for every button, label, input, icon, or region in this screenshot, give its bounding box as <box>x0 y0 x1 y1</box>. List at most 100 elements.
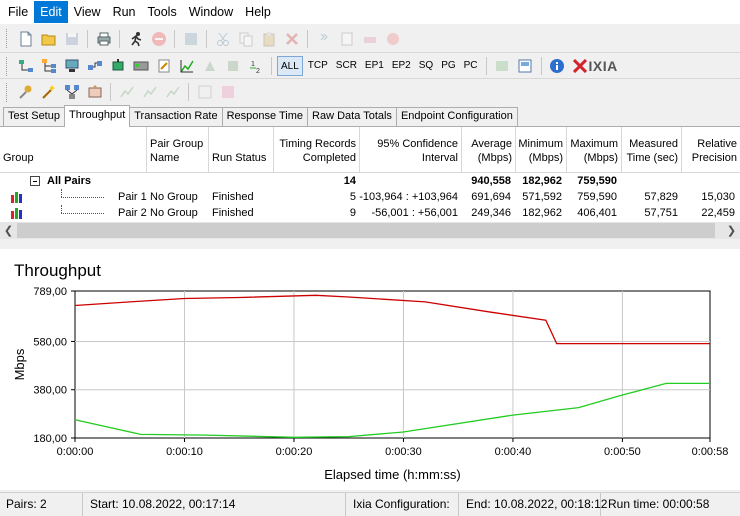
graph-icon[interactable] <box>177 56 197 76</box>
column-header-group[interactable]: Group <box>0 127 147 173</box>
run-status: Finished <box>212 191 254 203</box>
export-icon[interactable] <box>515 56 535 76</box>
ixia-logo: IXIA <box>572 58 618 74</box>
print-icon[interactable] <box>94 29 114 49</box>
hardware-icon[interactable] <box>131 56 151 76</box>
mark-icon[interactable] <box>200 56 220 76</box>
compare3-icon[interactable] <box>163 82 183 102</box>
network-pair-icon[interactable] <box>62 56 82 76</box>
table-row-pair-1[interactable]: Pair 1 No Group Finished 5 -103,964 : +1… <box>0 189 740 205</box>
maximum: 406,401 <box>577 207 617 219</box>
run-status: Finished <box>212 207 254 219</box>
filter-ep2-button[interactable]: EP2 <box>389 56 414 76</box>
edit-pair-icon[interactable] <box>360 29 380 49</box>
toolbar-separator <box>87 29 88 48</box>
status-run-time: Run time: 00:00:58 <box>608 497 710 511</box>
compare2-icon[interactable] <box>140 82 160 102</box>
column-header-run-status[interactable]: Run Status <box>209 127 274 173</box>
column-header-timing-records[interactable]: Timing Records Completed <box>274 127 360 173</box>
script-wizard-icon[interactable] <box>85 82 105 102</box>
column-header-confidence-interval[interactable]: 95% Confidence Interval <box>360 127 462 173</box>
sequence-icon[interactable]: 12 <box>246 56 266 76</box>
toolbar-grip[interactable] <box>6 56 9 76</box>
filter-scr-button[interactable]: SCR <box>333 56 360 76</box>
column-header-minimum[interactable]: Minimum (Mbps) <box>516 127 567 173</box>
open-folder-icon[interactable] <box>39 29 59 49</box>
tab-raw-data-totals[interactable]: Raw Data Totals <box>307 107 397 126</box>
column-header-maximum[interactable]: Maximum (Mbps) <box>567 127 622 173</box>
tab-transaction-rate[interactable]: Transaction Rate <box>129 107 223 126</box>
measured-time: 57,829 <box>644 191 678 203</box>
column-header-measured-time[interactable]: Measured Time (sec) <box>622 127 682 173</box>
column-header-relative-precision[interactable]: Relative Precision <box>682 127 740 173</box>
find-icon[interactable] <box>314 29 334 49</box>
pair-label: Pair 2 <box>118 207 147 219</box>
all-pairs-label: All Pairs <box>47 175 92 187</box>
filter-all-button[interactable]: ALL <box>277 56 303 76</box>
scroll-right-icon[interactable]: ❯ <box>723 222 740 239</box>
unmark-icon[interactable] <box>223 56 243 76</box>
network-icon[interactable] <box>62 82 82 102</box>
x-tick-label: 0:00:40 <box>495 446 532 458</box>
filter-pg-button[interactable]: PG <box>438 56 458 76</box>
x-axis-label: Elapsed time (h:mm:ss) <box>324 467 461 482</box>
endpoint-icon[interactable] <box>108 56 128 76</box>
ixia-logo-text: IXIA <box>588 58 618 74</box>
panel-splitter[interactable] <box>0 239 740 249</box>
confidence-interval: -56,001 : +56,001 <box>371 207 458 219</box>
scrollbar-thumb[interactable] <box>17 223 715 238</box>
tab-response-time[interactable]: Response Time <box>221 107 309 126</box>
compare-icon[interactable] <box>117 82 137 102</box>
menu-help[interactable]: Help <box>239 1 277 23</box>
toolbar-grip[interactable] <box>6 82 9 102</box>
menu-file[interactable]: File <box>2 1 34 23</box>
menu-view[interactable]: View <box>68 1 107 23</box>
filter-ep1-button[interactable]: EP1 <box>362 56 387 76</box>
tab-test-setup[interactable]: Test Setup <box>3 107 65 126</box>
ixia-x-icon <box>572 59 587 73</box>
menu-tools[interactable]: Tools <box>142 1 183 23</box>
table-row-all-pairs[interactable]: All Pairs 14 940,558 182,962 759,590 <box>0 173 740 189</box>
tools-icon[interactable] <box>16 82 36 102</box>
refresh-icon[interactable] <box>181 29 201 49</box>
column-header-pair-group-name[interactable]: Pair Group Name <box>147 127 209 173</box>
tab-endpoint-configuration[interactable]: Endpoint Configuration <box>395 107 518 126</box>
run-icon[interactable] <box>126 29 146 49</box>
layout2-icon[interactable] <box>218 82 238 102</box>
menu-window[interactable]: Window <box>183 1 239 23</box>
save-icon[interactable] <box>62 29 82 49</box>
new-file-icon[interactable] <box>16 29 36 49</box>
connect-icon[interactable] <box>85 56 105 76</box>
filter-sq-button[interactable]: SQ <box>416 56 436 76</box>
menu-edit[interactable]: Edit <box>34 1 68 23</box>
document-icon[interactable] <box>337 29 357 49</box>
scroll-left-icon[interactable]: ❮ <box>0 222 17 239</box>
minimum: 571,592 <box>522 191 562 203</box>
toolbar-grip[interactable] <box>6 29 9 48</box>
copy-icon[interactable] <box>236 29 256 49</box>
x-tick-label: 0:00:00 <box>57 446 94 458</box>
add-multicast-icon[interactable] <box>39 56 59 76</box>
column-header-average[interactable]: Average (Mbps) <box>462 127 516 173</box>
horizontal-scrollbar[interactable]: ❮ ❯ <box>0 222 740 239</box>
layout-icon[interactable] <box>195 82 215 102</box>
remove-pair-icon[interactable] <box>383 29 403 49</box>
wand-icon[interactable] <box>39 82 59 102</box>
toolbar-separator <box>540 57 542 75</box>
menu-run[interactable]: Run <box>107 1 142 23</box>
stop-icon[interactable] <box>149 29 169 49</box>
cut-icon[interactable] <box>213 29 233 49</box>
tab-throughput[interactable]: Throughput <box>63 105 131 127</box>
all-pairs-minimum: 182,962 <box>522 175 562 187</box>
info-icon[interactable] <box>547 56 567 76</box>
throughput-chart-panel: Throughput 0:00:00 0:00:10 0:00:20 0:00:30 0… <box>0 249 740 490</box>
add-pair-icon[interactable] <box>16 56 36 76</box>
edit-script-icon[interactable] <box>154 56 174 76</box>
filter-pc-button[interactable]: PC <box>461 56 481 76</box>
report-icon[interactable] <box>492 56 512 76</box>
filter-tcp-button[interactable]: TCP <box>305 56 331 76</box>
paste-icon[interactable] <box>259 29 279 49</box>
delete-icon[interactable] <box>282 29 302 49</box>
collapse-toggle[interactable] <box>30 176 40 186</box>
table-row-pair-2[interactable]: Pair 2 No Group Finished 9 -56,001 : +56… <box>0 205 740 221</box>
